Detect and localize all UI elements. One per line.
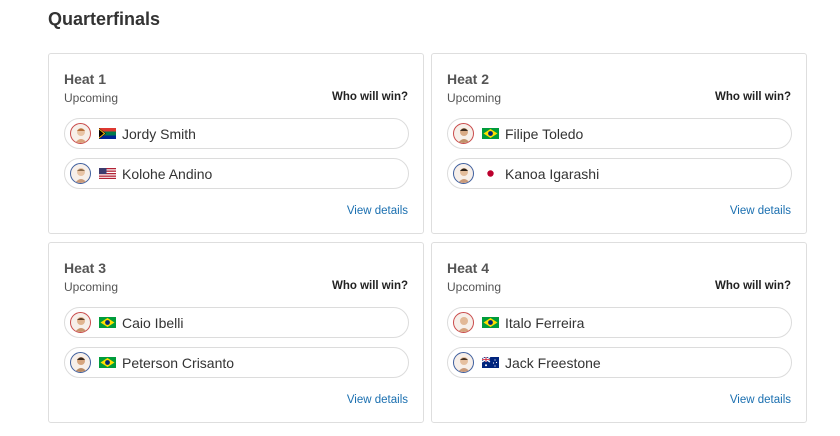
surfer-option-caio-ibelli[interactable]: Caio Ibelli bbox=[64, 307, 409, 338]
who-will-win-label: Who will win? bbox=[331, 280, 408, 292]
heat-status: Upcoming bbox=[64, 91, 119, 105]
australia-flag-icon bbox=[482, 357, 499, 368]
view-details-link[interactable]: View details bbox=[347, 205, 408, 217]
surfer-option-jordy-smith[interactable]: Jordy Smith bbox=[64, 118, 409, 149]
who-will-win-label: Who will win? bbox=[331, 91, 408, 103]
heat-status: Upcoming bbox=[447, 280, 502, 294]
who-will-win-label: Who will win? bbox=[714, 280, 791, 292]
surfer-avatar-icon bbox=[453, 312, 474, 333]
view-details-link[interactable]: View details bbox=[730, 205, 791, 217]
heat-title: Heat 1 bbox=[64, 71, 107, 87]
heat-card-1: Heat 1 Upcoming Who will win? Jordy Smit… bbox=[48, 53, 424, 234]
surfer-name: Peterson Crisanto bbox=[122, 354, 235, 371]
surfer-option-filipe-toledo[interactable]: Filipe Toledo bbox=[447, 118, 792, 149]
who-will-win-label: Who will win? bbox=[714, 91, 791, 103]
heat-card-3: Heat 3 Upcoming Who will win? Caio Ibell… bbox=[48, 242, 424, 423]
surfer-name: Jordy Smith bbox=[122, 125, 196, 142]
surfer-avatar-icon bbox=[453, 352, 474, 373]
surfer-name: Caio Ibelli bbox=[122, 314, 184, 331]
surfer-avatar-icon bbox=[70, 163, 91, 184]
heats-grid: Heat 1 Upcoming Who will win? Jordy Smit… bbox=[48, 53, 807, 423]
surfer-avatar-icon bbox=[453, 163, 474, 184]
surfer-name: Jack Freestone bbox=[505, 354, 601, 371]
brazil-flag-icon bbox=[99, 317, 116, 328]
view-details-link[interactable]: View details bbox=[730, 394, 791, 406]
heat-title: Heat 3 bbox=[64, 260, 107, 276]
surfer-name: Kolohe Andino bbox=[122, 165, 213, 182]
heat-title: Heat 2 bbox=[447, 71, 490, 87]
surfer-avatar-icon bbox=[70, 312, 91, 333]
surfer-avatar-icon bbox=[70, 123, 91, 144]
surfer-option-jack-freestone[interactable]: Jack Freestone bbox=[447, 347, 792, 378]
heat-status: Upcoming bbox=[64, 280, 119, 294]
surfer-name: Kanoa Igarashi bbox=[505, 165, 600, 182]
page-title: Quarterfinals bbox=[48, 9, 161, 29]
surfer-option-italo-ferreira[interactable]: Italo Ferreira bbox=[447, 307, 792, 338]
quarterfinals-page: Quarterfinals Heat 1 Upcoming Who will w… bbox=[0, 0, 840, 436]
surfer-avatar-icon bbox=[453, 123, 474, 144]
heat-card-2: Heat 2 Upcoming Who will win? Filipe Tol… bbox=[431, 53, 807, 234]
surfer-avatar-icon bbox=[70, 352, 91, 373]
brazil-flag-icon bbox=[482, 317, 499, 328]
usa-flag-icon bbox=[99, 168, 116, 179]
japan-flag-icon bbox=[482, 168, 499, 179]
heat-status: Upcoming bbox=[447, 91, 502, 105]
view-details-link[interactable]: View details bbox=[347, 394, 408, 406]
surfer-name: Filipe Toledo bbox=[505, 125, 584, 142]
surfer-name: Italo Ferreira bbox=[505, 314, 585, 331]
south-africa-flag-icon bbox=[99, 128, 116, 139]
surfer-option-kanoa-igarashi[interactable]: Kanoa Igarashi bbox=[447, 158, 792, 189]
brazil-flag-icon bbox=[482, 128, 499, 139]
surfer-option-kolohe-andino[interactable]: Kolohe Andino bbox=[64, 158, 409, 189]
heat-card-4: Heat 4 Upcoming Who will win? Italo Ferr… bbox=[431, 242, 807, 423]
heat-title: Heat 4 bbox=[447, 260, 490, 276]
surfer-option-peterson-crisanto[interactable]: Peterson Crisanto bbox=[64, 347, 409, 378]
brazil-flag-icon bbox=[99, 357, 116, 368]
